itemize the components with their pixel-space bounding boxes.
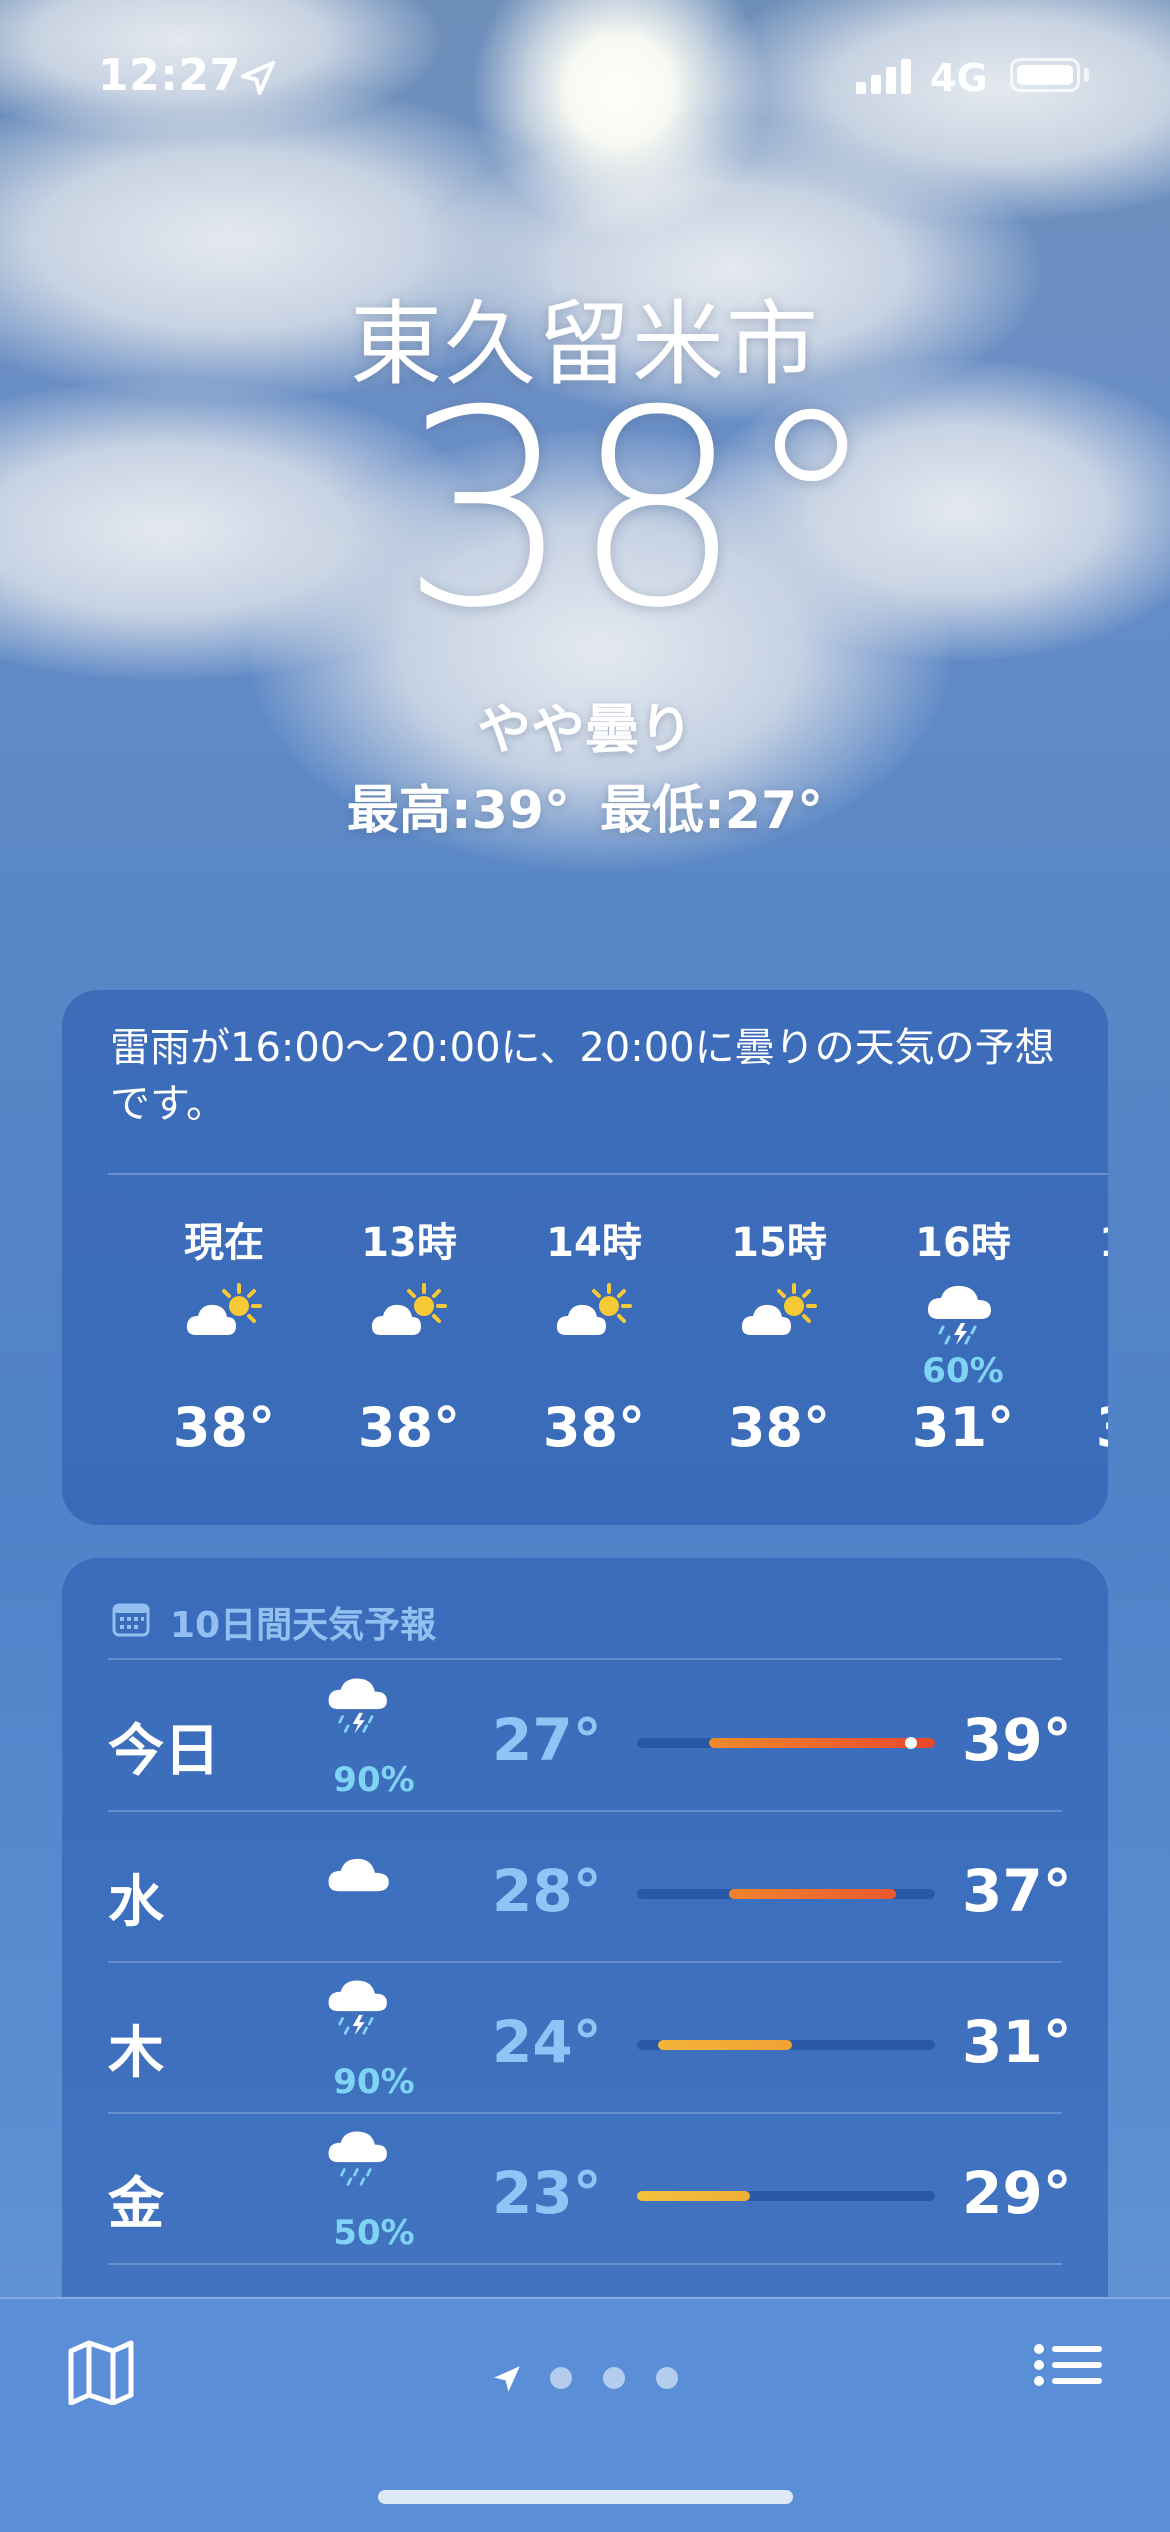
cellular-signal-icon	[856, 58, 914, 94]
temperature-range-fill	[658, 2040, 792, 2050]
precipitation-chance: 50%	[333, 2213, 415, 2253]
home-indicator[interactable]	[378, 2490, 793, 2504]
temperature-range-bar	[637, 2040, 935, 2050]
day-name: 木	[108, 2021, 164, 2086]
hour-temperature: 38°	[727, 1396, 831, 1459]
precipitation-chance: 70%	[1067, 1351, 1108, 1391]
hour-weather	[514, 1271, 674, 1386]
high-temperature: 31°	[962, 2008, 1072, 2076]
high-temperature: 最高:39°	[346, 781, 570, 841]
hour-temperature: 38°	[172, 1396, 276, 1459]
precipitation-chance: 90%	[333, 2062, 415, 2102]
daily-row[interactable]: 金 50% 23° 29°	[62, 2113, 1108, 2265]
low-temperature: 23°	[492, 2159, 602, 2227]
low-temperature: 最低:27°	[600, 781, 824, 841]
map-icon[interactable]	[66, 2339, 136, 2405]
hour-item: 14時 38°	[514, 1215, 674, 1459]
daily-forecast-title: 10日間天気予報	[170, 1605, 437, 1646]
day-name: 金	[108, 2172, 164, 2237]
daily-row[interactable]: 水 28° 37°	[62, 1811, 1108, 1963]
hour-temperature: 38°	[542, 1396, 646, 1459]
day-name: 今日	[108, 1719, 220, 1784]
divider	[108, 2263, 1062, 2265]
daily-row[interactable]: 木 90% 24° 31°	[62, 1962, 1108, 2114]
high-temperature: 37°	[962, 1857, 1072, 1925]
hour-weather	[699, 1271, 859, 1386]
battery-icon	[1010, 58, 1080, 92]
daily-row[interactable]: 今日 90% 27° 39°	[62, 1660, 1108, 1812]
low-temperature: 27°	[492, 1706, 602, 1774]
hourly-forecast-card[interactable]: 雷雨が16:00～20:00に、20:00に曇りの天気の予想です。 現在 38°…	[62, 990, 1108, 1525]
low-temperature: 24°	[492, 2008, 602, 2076]
hour-item: 17時 70% 31°	[1067, 1215, 1108, 1459]
hour-label: 15時	[731, 1220, 827, 1266]
low-temperature: 28°	[492, 1857, 602, 1925]
hour-temperature: 31°	[911, 1396, 1015, 1459]
cloud-icon	[324, 1845, 424, 1955]
hour-label: 14時	[546, 1220, 642, 1266]
hour-label: 16時	[915, 1220, 1011, 1266]
location-page-icon[interactable]	[490, 2361, 524, 2397]
hour-item: 15時 38°	[699, 1215, 859, 1459]
hour-label: 現在	[184, 1220, 264, 1266]
page-indicator[interactable]	[490, 2357, 690, 2397]
hour-label: 17時	[1067, 1215, 1108, 1271]
hour-weather: 60%	[883, 1271, 1043, 1391]
temperature-range-bar	[637, 1889, 935, 1899]
temperature-range-fill	[729, 1889, 896, 1899]
current-condition: やや曇り	[477, 698, 693, 761]
weather-screen: 12:27 4G 東久留米市 38° やや曇り 最高:39° 最低:27° 雷雨が…	[0, 0, 1170, 2532]
high-low: 最高:39° 最低:27°	[0, 768, 1170, 843]
hour-label: 13時	[361, 1220, 457, 1266]
hourly-summary: 雷雨が16:00～20:00に、20:00に曇りの天気の予想です。	[110, 1025, 1055, 1127]
page-dot[interactable]	[603, 2367, 625, 2389]
temperature-range-fill	[637, 2191, 750, 2201]
high-temperature: 29°	[962, 2159, 1072, 2227]
location-arrow-icon	[241, 61, 275, 95]
hour-weather	[144, 1271, 304, 1386]
current-temperature: 38°	[400, 352, 879, 667]
network-type: 4G	[930, 56, 988, 100]
temperature-range-bar	[637, 1737, 935, 1749]
hour-temperature: 31°	[1067, 1396, 1108, 1459]
page-dot[interactable]	[656, 2367, 678, 2389]
calendar-icon	[112, 1603, 150, 1637]
high-temperature: 39°	[962, 1706, 1072, 1774]
page-dot[interactable]	[550, 2367, 572, 2389]
hour-item: 13時 38°	[329, 1215, 489, 1459]
hour-item: 16時 60% 31°	[883, 1215, 1043, 1459]
hour-temperature: 38°	[357, 1396, 461, 1459]
hour-item: 現在 38°	[144, 1215, 304, 1459]
precipitation-chance: 60%	[922, 1351, 1004, 1391]
status-time: 12:27	[98, 50, 241, 101]
list-icon[interactable]	[1034, 2343, 1104, 2399]
divider	[108, 1173, 1108, 1175]
temperature-range-fill	[709, 1738, 935, 1748]
current-temp-marker	[905, 1737, 917, 1749]
temperature-range-bar	[637, 2191, 935, 2201]
hour-weather	[329, 1271, 489, 1386]
day-name: 水	[108, 1870, 164, 1935]
precipitation-chance: 90%	[333, 1760, 415, 1800]
hour-weather: 70%	[1067, 1271, 1108, 1391]
battery-tip	[1084, 68, 1089, 82]
